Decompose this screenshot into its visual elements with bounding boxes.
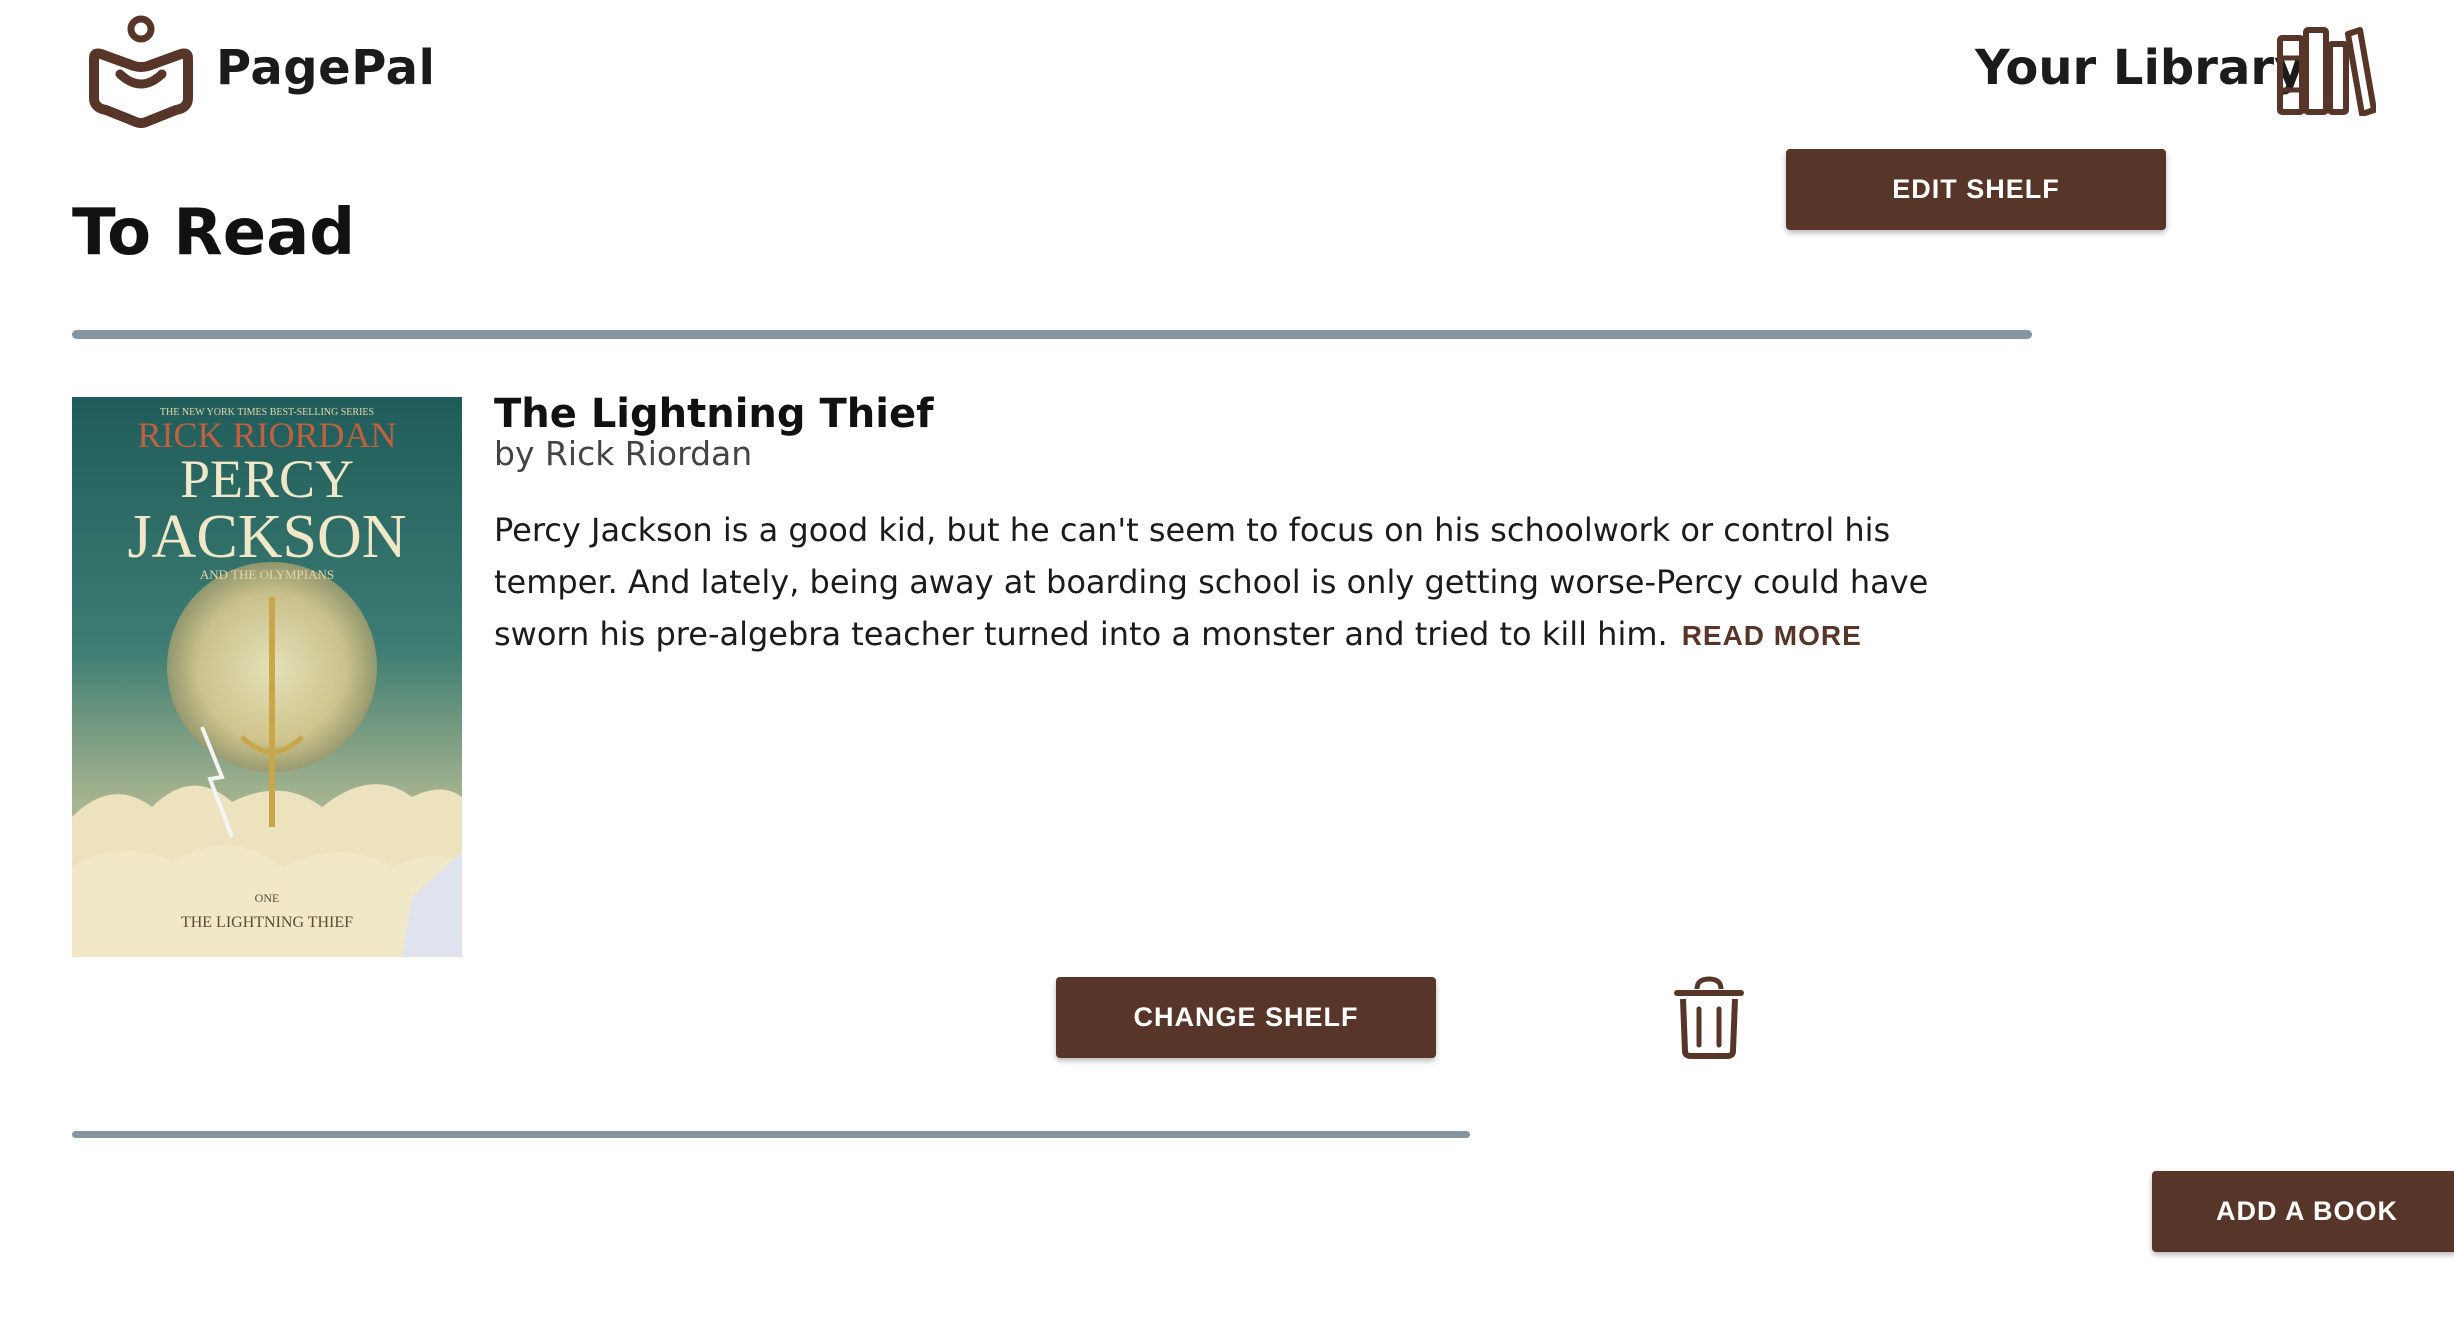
book-author: by Rick Riordan bbox=[494, 434, 753, 473]
add-book-button[interactable]: ADD A BOOK bbox=[2152, 1171, 2454, 1252]
shelf-divider bbox=[72, 330, 2032, 339]
your-library-link[interactable]: Your Library bbox=[1975, 40, 2305, 96]
edit-shelf-button[interactable]: EDIT SHELF bbox=[1786, 149, 2166, 230]
read-more-link[interactable]: READ MORE bbox=[1682, 620, 1862, 651]
book-title: The Lightning Thief bbox=[494, 391, 934, 437]
book-description: Percy Jackson is a good kid, but he can'… bbox=[494, 504, 1934, 662]
book-divider bbox=[72, 1131, 1470, 1138]
trash-icon[interactable] bbox=[1671, 975, 1747, 1060]
cover-book-title: THE LIGHTNING THIEF bbox=[181, 914, 353, 931]
brand-name[interactable]: PagePal bbox=[216, 40, 435, 96]
bookshelf-icon[interactable] bbox=[2276, 24, 2376, 116]
cover-series-line1: PERCY bbox=[180, 449, 354, 509]
shelf-title: To Read bbox=[72, 196, 356, 270]
pagepal-logo-icon[interactable] bbox=[86, 12, 196, 128]
cover-book-number: ONE bbox=[255, 891, 280, 905]
cover-series-sub: AND THE OLYMPIANS bbox=[200, 567, 334, 582]
book-cover-image[interactable]: THE NEW YORK TIMES BEST-SELLING SERIES R… bbox=[72, 397, 462, 957]
change-shelf-button[interactable]: CHANGE SHELF bbox=[1056, 977, 1436, 1058]
cover-series-line2: JACKSON bbox=[127, 503, 406, 571]
